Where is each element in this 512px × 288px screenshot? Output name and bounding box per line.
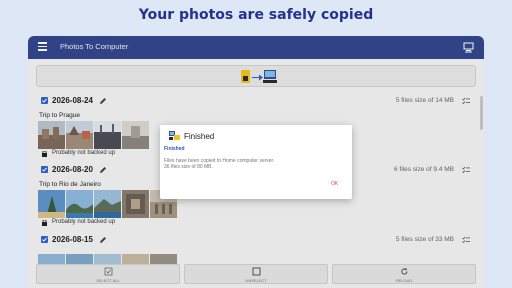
- dialog-subtitle: Finished: [164, 146, 185, 152]
- ok-button[interactable]: OK: [331, 181, 338, 187]
- dialog-title: Finished: [184, 132, 215, 141]
- dialog-message-summary: 36 files size of 80 MB.: [164, 164, 213, 170]
- finished-dialog: Finished Finished Files have been copied…: [160, 125, 352, 199]
- app-window: Photos To Computer 2026-08-24 5 files si…: [28, 36, 484, 288]
- promo-headline: Your photos are safely copied: [138, 7, 374, 23]
- computer-transfer-icon: [169, 131, 180, 140]
